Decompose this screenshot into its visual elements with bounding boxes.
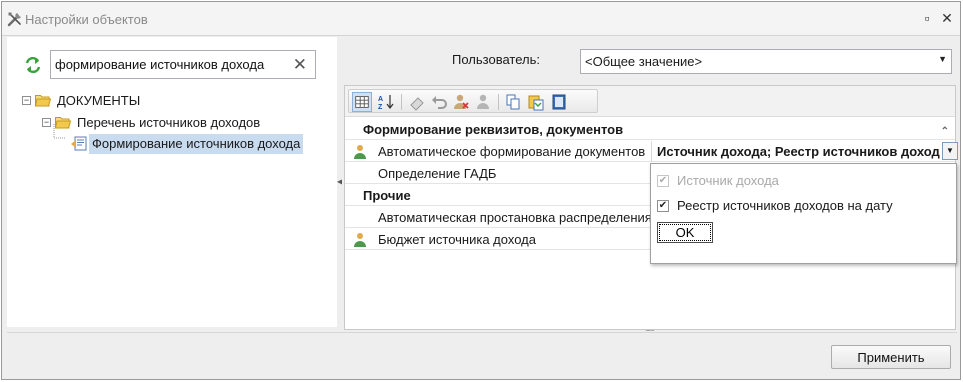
toolbar-separator <box>498 94 499 110</box>
user-icon <box>354 145 366 159</box>
grid-view-icon[interactable] <box>352 92 372 112</box>
property-value-editor[interactable]: Источник дохода; Реестр источников доход… <box>651 141 958 162</box>
tree-node-documents[interactable]: − ДОКУМЕНТЫ <box>19 91 219 111</box>
collapse-expander-icon[interactable]: − <box>42 118 51 127</box>
property-name: Автоматическая простановка распределения <box>378 210 652 225</box>
property-value: Источник дохода; Реестр источников доход <box>657 144 940 159</box>
document-settings-icon <box>71 136 87 151</box>
undo-icon[interactable] <box>430 93 448 111</box>
property-name: Автоматическое формирование документов <box>378 144 646 159</box>
tree-node-label: Перечень источников доходов <box>77 115 261 130</box>
copy-icon[interactable] <box>504 93 522 111</box>
user-select[interactable]: <Общее значение> ▼ <box>580 49 952 74</box>
toolbar-separator <box>401 94 402 110</box>
collapse-expander-icon[interactable]: − <box>22 96 31 105</box>
user-icon[interactable] <box>474 93 492 111</box>
clear-search-icon[interactable]: ✕ <box>293 55 307 74</box>
search-input[interactable] <box>55 55 287 74</box>
settings-window: Настройки объектов ▫ ✕ ✕ − ДОКУМЕНТЫ − <box>1 1 961 380</box>
refresh-icon[interactable] <box>23 55 43 75</box>
object-tree-pane: ✕ − ДОКУМЕНТЫ − Перечень источников дохо… <box>7 37 337 327</box>
category-row-forming[interactable]: Формирование реквизитов, документов ⌃ <box>345 119 955 140</box>
user-icon <box>354 233 366 247</box>
tree-node-income-sources-list[interactable]: − Перечень источников доходов <box>39 113 299 133</box>
restore-button[interactable]: ▫ <box>919 10 935 26</box>
svg-text:A: A <box>378 96 383 103</box>
sort-az-icon[interactable]: A Z <box>377 93 395 111</box>
apply-button[interactable]: Применить <box>831 345 951 369</box>
search-field[interactable]: ✕ <box>50 50 316 79</box>
value-checklist-popup: ✔ Источник дохода ✔ Реестр источников до… <box>650 163 957 264</box>
dropdown-arrow-icon[interactable]: ▼ <box>942 142 958 160</box>
paste-icon[interactable] <box>527 93 545 111</box>
chevron-down-icon[interactable]: ▼ <box>938 54 947 64</box>
category-label: Прочие <box>363 188 411 203</box>
collapse-category-icon[interactable]: ⌃ <box>941 121 949 142</box>
user-label: Пользователь: <box>452 52 540 67</box>
close-button[interactable]: ✕ <box>939 10 955 26</box>
book-icon[interactable] <box>550 93 568 111</box>
svg-text:Z: Z <box>378 104 383 111</box>
tree-node-label: Формирование источников дохода <box>89 134 304 154</box>
user-row: Пользователь: <Общее значение> ▼ <box>342 37 958 83</box>
tree-connector-icon <box>53 124 66 139</box>
grid-toolbar: A Z <box>345 86 955 117</box>
folder-open-icon <box>35 95 51 107</box>
title-bar: Настройки объектов ▫ ✕ <box>2 2 960 36</box>
property-name: Определение ГАДБ <box>378 166 497 181</box>
window-title: Настройки объектов <box>25 12 148 27</box>
property-name: Бюджет источника дохода <box>378 232 536 247</box>
checkbox: ✔ <box>657 175 669 187</box>
property-row-auto-forming[interactable]: Автоматическое формирование документов И… <box>345 141 958 162</box>
checkbox[interactable]: ✔ <box>657 200 669 212</box>
option-label: Источник дохода <box>677 173 779 188</box>
ok-button[interactable]: OK <box>657 222 713 243</box>
eraser-icon[interactable] <box>408 93 426 111</box>
tools-icon <box>7 12 21 27</box>
tree-node-label: ДОКУМЕНТЫ <box>57 93 141 108</box>
user-remove-icon[interactable] <box>452 93 470 111</box>
toolbar-strip: A Z <box>348 89 598 113</box>
tree-node-income-source-forming[interactable]: Формирование источников дохода <box>53 124 319 154</box>
option-label: Реестр источников доходов на дату <box>677 198 893 213</box>
user-select-value: <Общее значение> <box>585 54 703 69</box>
category-label: Формирование реквизитов, документов <box>363 122 624 137</box>
footer-bar: Применить <box>7 332 957 376</box>
